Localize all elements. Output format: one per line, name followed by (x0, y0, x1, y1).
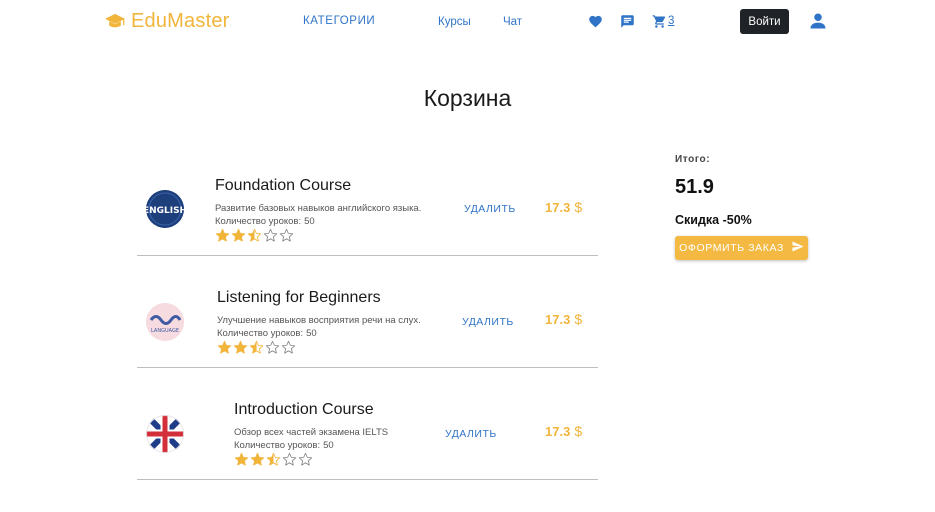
course-lessons-count: Количество уроков: 50 (215, 216, 315, 227)
course-title[interactable]: Listening for Beginners (217, 289, 381, 307)
star-empty-icon (265, 340, 280, 355)
course-description: Обзор всех частей экзамена IELTS (234, 427, 389, 438)
star-half-icon (247, 228, 262, 243)
course-title[interactable]: Introduction Course (234, 401, 374, 419)
user-icon[interactable] (808, 11, 828, 36)
star-full-icon (250, 452, 265, 467)
lessons-label: Количество уроков: (215, 216, 302, 227)
price-value: 17.3 (545, 200, 571, 215)
rating-stars (217, 340, 296, 355)
course-description: Улучшение навыков восприятия речи на слу… (217, 315, 421, 326)
course-title[interactable]: Foundation Course (215, 177, 351, 195)
login-button[interactable]: Войти (740, 9, 789, 34)
star-full-icon (215, 228, 230, 243)
star-half-icon (266, 452, 281, 467)
svg-text:ENGLISH: ENGLISH (146, 206, 184, 216)
checkout-button[interactable]: ОФОРМИТЬ ЗАКАЗ (675, 236, 808, 260)
price-value: 17.3 (545, 312, 571, 327)
remove-button[interactable]: УДАЛИТЬ (464, 203, 516, 215)
svg-text:LANGUAGE: LANGUAGE (151, 328, 179, 334)
brand-logo[interactable]: EduMaster (104, 10, 230, 33)
chat-bubble-icon[interactable] (620, 14, 635, 34)
discount-label: Скидка -50% (675, 213, 752, 227)
course-logo-english-icon: ENGLISH (146, 190, 184, 228)
lessons-value: 50 (306, 328, 317, 339)
star-full-icon (231, 228, 246, 243)
heart-icon[interactable] (588, 14, 603, 34)
dollar-icon: $ (574, 199, 583, 215)
remove-button[interactable]: УДАЛИТЬ (462, 316, 514, 328)
course-price: 17.3 $ (545, 423, 582, 439)
star-empty-icon (282, 452, 297, 467)
star-full-icon (217, 340, 232, 355)
total-label: Итого: (675, 154, 711, 165)
cart-item: Introduction Course Обзор всех частей эк… (137, 367, 598, 480)
checkout-label: ОФОРМИТЬ ЗАКАЗ (679, 242, 784, 254)
lessons-label: Количество уроков: (217, 328, 304, 339)
graduation-cap-icon (104, 13, 126, 31)
cart-item: ENGLISH Foundation Course Развитие базов… (137, 143, 598, 256)
course-logo-language-icon: LANGUAGE (146, 303, 184, 341)
star-empty-icon (279, 228, 294, 243)
star-empty-icon (281, 340, 296, 355)
dollar-icon: $ (574, 311, 583, 327)
rating-stars (234, 452, 313, 467)
total-value: 51.9 (675, 176, 714, 198)
page-title: Корзина (423, 85, 512, 111)
lessons-value: 50 (323, 440, 334, 451)
star-full-icon (233, 340, 248, 355)
lessons-value: 50 (304, 216, 315, 227)
remove-button[interactable]: УДАЛИТЬ (445, 428, 497, 440)
course-price: 17.3 $ (545, 311, 582, 327)
lessons-label: Количество уроков: (234, 440, 321, 451)
cart-item: LANGUAGE Listening for Beginners Улучшен… (137, 255, 598, 368)
course-description: Развитие базовых навыков английского язы… (215, 203, 422, 214)
course-logo-uk-flag-icon (146, 415, 184, 453)
star-half-icon (249, 340, 264, 355)
star-empty-icon (263, 228, 278, 243)
send-icon (792, 241, 804, 255)
nav-categories-link[interactable]: КАТЕГОРИИ (303, 15, 375, 27)
cart-count-link[interactable]: 3 (668, 15, 674, 27)
course-price: 17.3 $ (545, 199, 582, 215)
price-value: 17.3 (545, 424, 571, 439)
nav-chat-link[interactable]: Чат (503, 16, 522, 28)
dollar-icon: $ (574, 423, 583, 439)
star-empty-icon (298, 452, 313, 467)
rating-stars (215, 228, 294, 243)
brand-name: EduMaster (131, 10, 230, 32)
star-full-icon (234, 452, 249, 467)
course-lessons-count: Количество уроков: 50 (217, 328, 317, 339)
cart-icon[interactable] (652, 14, 667, 34)
nav-courses-link[interactable]: Курсы (438, 16, 471, 28)
course-lessons-count: Количество уроков: 50 (234, 440, 334, 451)
top-navigation: EduMaster КАТЕГОРИИ Курсы Чат 3 Войти (0, 0, 935, 44)
